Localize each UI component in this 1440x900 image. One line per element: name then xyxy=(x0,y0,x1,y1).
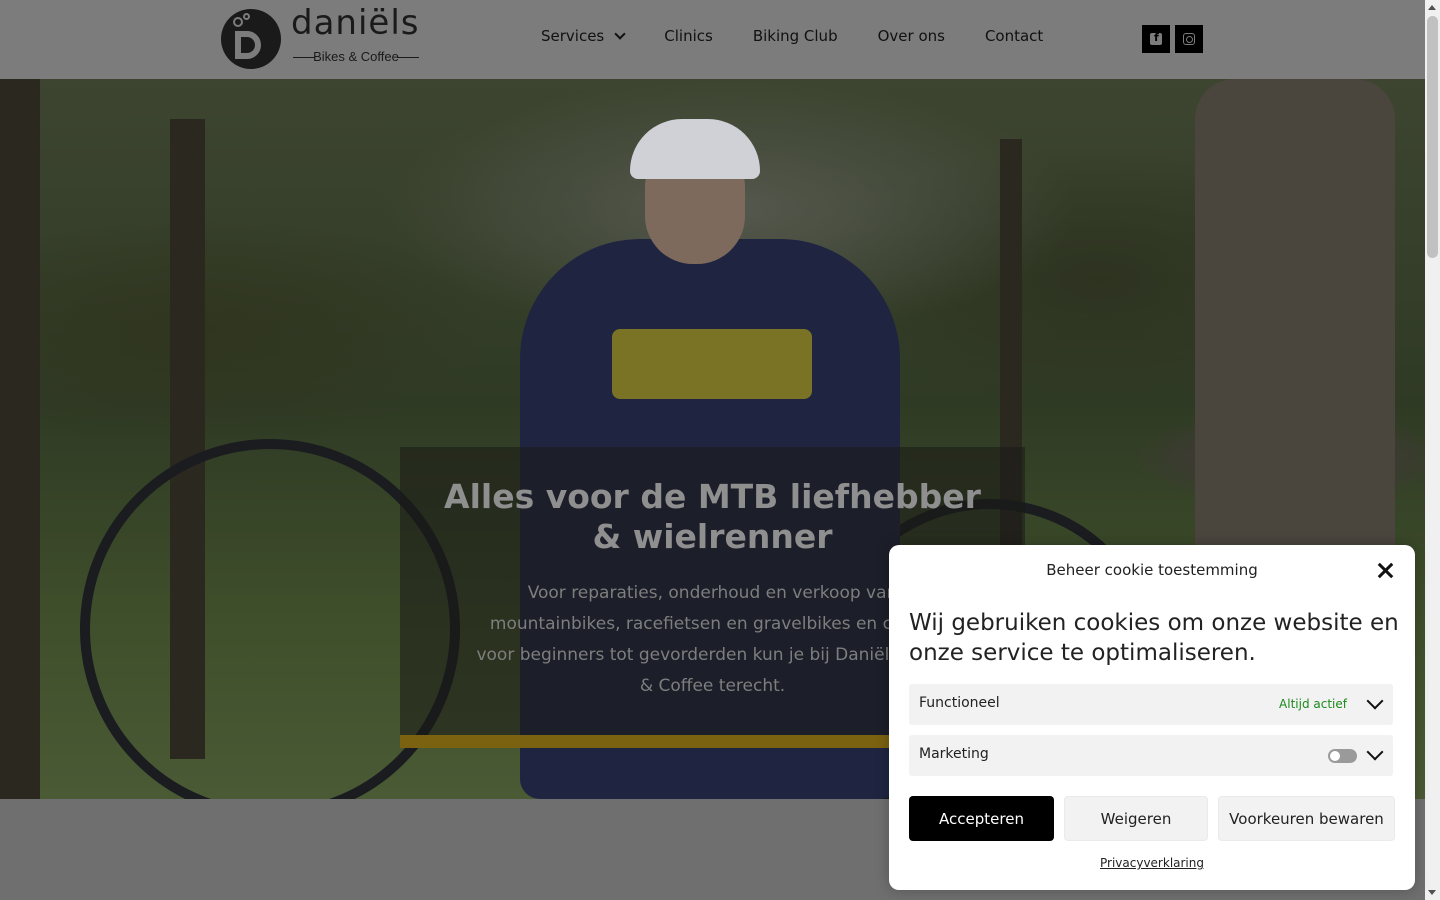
nav-item-services[interactable]: Services xyxy=(541,27,626,45)
instagram-link[interactable] xyxy=(1175,25,1203,53)
chevron-down-icon[interactable] xyxy=(1366,743,1384,761)
category-label: Functioneel xyxy=(919,695,1000,711)
cookie-dialog-title: Beheer cookie toestemming xyxy=(1046,561,1258,579)
page-scrollbar[interactable] xyxy=(1425,0,1440,900)
save-preferences-button[interactable]: Voorkeuren bewaren xyxy=(1218,796,1395,841)
nav-item-contact[interactable]: Contact xyxy=(985,27,1043,45)
scroll-thumb[interactable] xyxy=(1427,16,1438,258)
nav-item-label: Clinics xyxy=(664,27,713,45)
instagram-icon xyxy=(1183,33,1195,45)
privacy-link[interactable]: Privacyverklaring xyxy=(889,856,1415,870)
chevron-down-icon xyxy=(614,28,626,40)
facebook-link[interactable] xyxy=(1142,25,1170,53)
cookie-consent-dialog: Beheer cookie toestemming Wij gebruiken … xyxy=(889,545,1415,890)
nav-item-biking-club[interactable]: Biking Club xyxy=(753,27,838,45)
site-header: daniëls Bikes & Coffee Services Clinics … xyxy=(0,0,1425,79)
nav-item-label: Services xyxy=(541,27,605,45)
tree-trunk xyxy=(0,79,40,799)
nav-item-clinics[interactable]: Clinics xyxy=(664,27,713,45)
deny-button[interactable]: Weigeren xyxy=(1064,796,1208,841)
nav-item-label: Over ons xyxy=(877,27,945,45)
scroll-up-icon[interactable] xyxy=(1428,5,1436,10)
site-logo[interactable]: daniëls Bikes & Coffee xyxy=(221,3,426,71)
cookie-category-functioneel[interactable]: Functioneel Altijd actief xyxy=(909,684,1393,725)
scroll-down-icon[interactable] xyxy=(1428,890,1436,895)
always-active-label: Altijd actief xyxy=(1279,697,1347,711)
main-nav: Services Clinics Biking Club Over ons Co… xyxy=(541,27,1083,45)
marketing-toggle[interactable] xyxy=(1328,749,1357,763)
close-icon[interactable] xyxy=(1375,561,1395,581)
category-label: Marketing xyxy=(919,746,989,762)
cookie-category-marketing[interactable]: Marketing xyxy=(909,735,1393,776)
nav-item-label: Contact xyxy=(984,27,1044,45)
logo-name: daniëls xyxy=(291,3,420,43)
hero-text: Voor reparaties, onderhoud en verkoop va… xyxy=(476,583,949,696)
accept-button[interactable]: Accepteren xyxy=(909,796,1054,841)
nav-item-label: Biking Club xyxy=(752,27,838,45)
logo-subtitle: Bikes & Coffee xyxy=(291,49,421,64)
cookie-message: Wij gebruiken cookies om onze website en… xyxy=(909,610,1399,666)
nav-item-over-ons[interactable]: Over ons xyxy=(878,27,945,45)
chevron-down-icon[interactable] xyxy=(1366,692,1384,710)
facebook-square-icon xyxy=(1150,31,1162,45)
logo-mark-icon xyxy=(221,9,281,69)
